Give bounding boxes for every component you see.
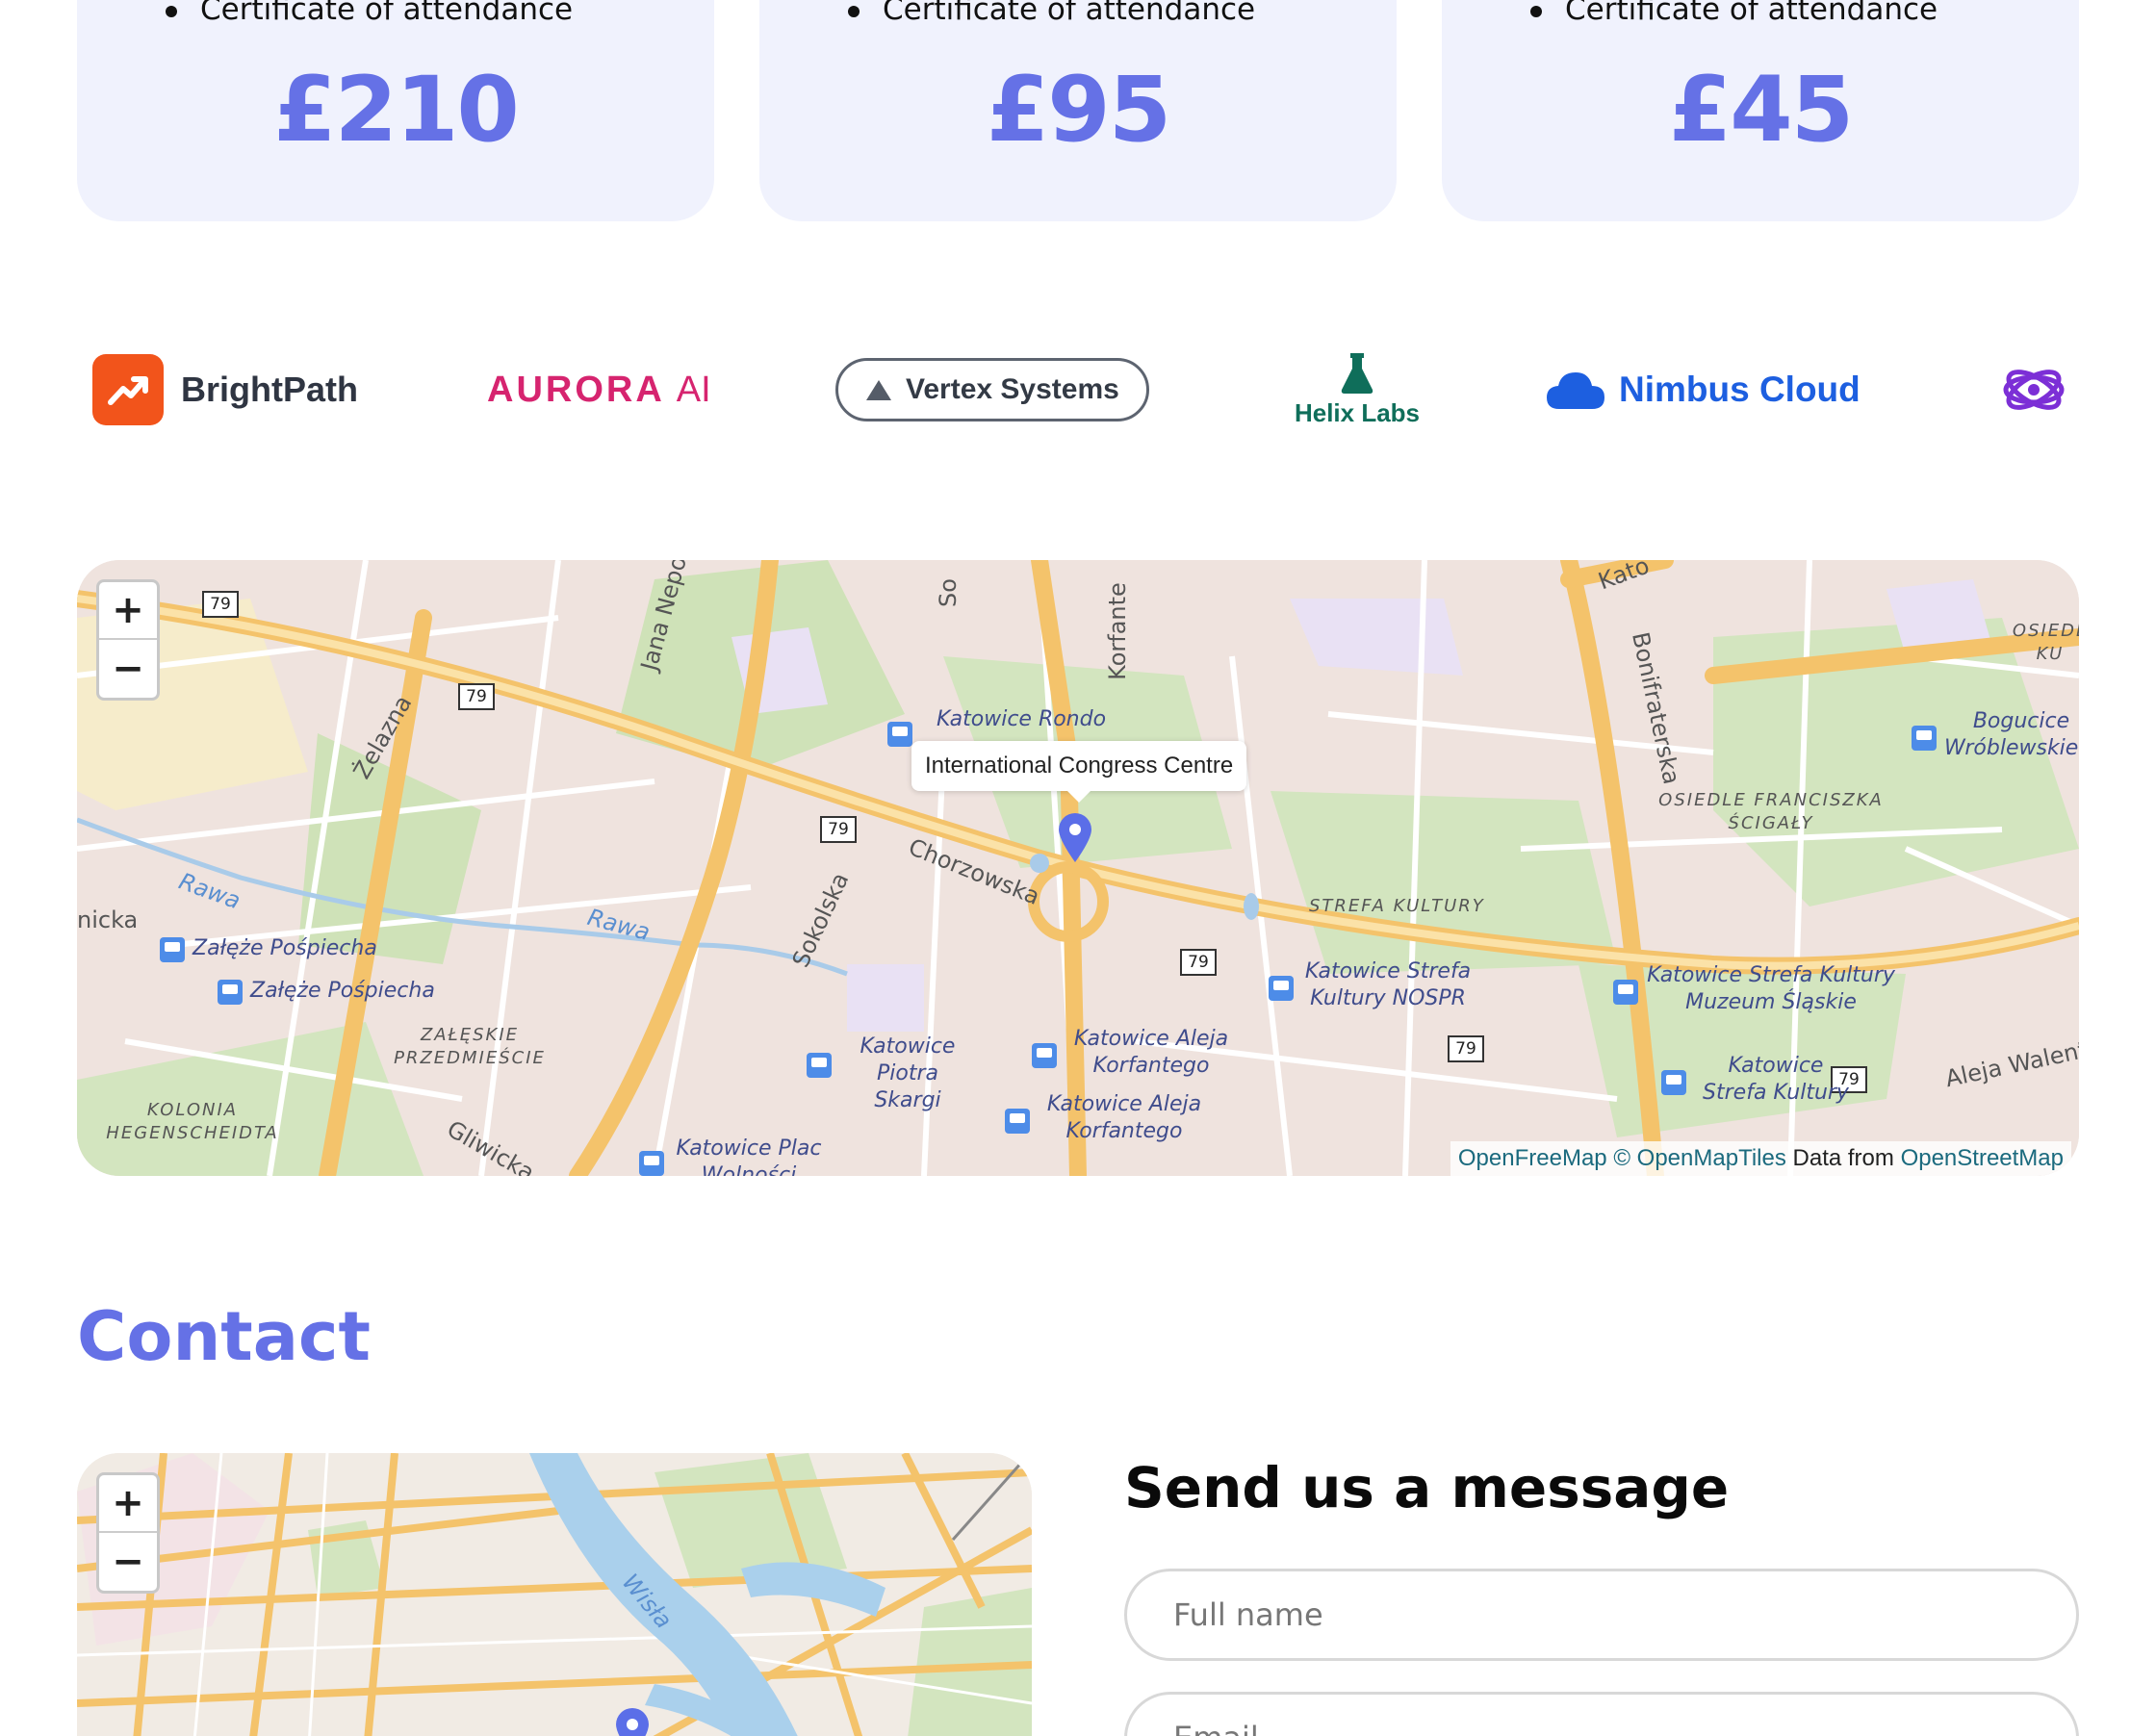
pricing-cards: Certificate of attendance £210 Certifica… [77, 0, 2079, 221]
stop-label: Katowice Aleja Korfantego [1046, 1092, 1202, 1143]
map-marker-icon[interactable] [1057, 812, 1093, 864]
stop-label: Katowice Plac Wolności [676, 1136, 822, 1176]
zoom-out-button[interactable]: − [99, 640, 157, 698]
street-label: nicka [77, 906, 139, 933]
bus-stop-icon[interactable] [1032, 1043, 1057, 1068]
aurora-suffix: AI [676, 369, 711, 410]
stop-label: Katowice Aleja Korfantego [1073, 1027, 1229, 1078]
data-from-text: Data from [1792, 1145, 1894, 1171]
stop-label: Katowice Strefa Kultury [1703, 1054, 1849, 1105]
map-tiles [77, 1453, 1032, 1736]
feature-item: Certificate of attendance [1530, 0, 1938, 27]
price: £95 [986, 58, 1171, 163]
feature-item: Certificate of attendance [848, 0, 1255, 27]
bus-stop-icon[interactable] [1912, 726, 1937, 751]
bus-stop-icon[interactable] [807, 1053, 832, 1078]
feature-text: Certificate of attendance [200, 0, 574, 27]
route-shield: 79 [820, 816, 857, 843]
cloud-icon [1547, 372, 1604, 409]
flask-icon [1341, 352, 1373, 394]
sponsor-logos: BrightPath AURORA AI Vertex Systems Helix… [77, 346, 2079, 433]
map-marker-icon[interactable] [614, 1707, 651, 1736]
bus-stop-icon[interactable] [1005, 1109, 1030, 1134]
triangle-icon [866, 380, 891, 400]
nimbus-logo: Nimbus Cloud [1546, 346, 1861, 433]
bus-stop-icon[interactable] [1269, 976, 1294, 1001]
district-label: OSIEDLE FRANCISZKA ŚCIGAŁY [1658, 790, 1884, 833]
map-zoom-control: + − [96, 1472, 160, 1594]
price: £45 [1668, 58, 1854, 163]
district-label: OSIEDL KU [2012, 621, 2079, 664]
bus-stop-icon[interactable] [1661, 1070, 1686, 1095]
map-attribution: OpenFreeMap © OpenMapTiles Data from Ope… [1450, 1141, 2071, 1176]
nimbus-name: Nimbus Cloud [1619, 370, 1861, 409]
zoom-in-button[interactable]: + [99, 582, 157, 640]
route-shield: 79 [458, 683, 495, 710]
stop-label: Załęże Pośpiecha [192, 936, 377, 960]
bus-stop-icon[interactable] [887, 722, 912, 747]
osm-link[interactable]: OpenStreetMap [1901, 1145, 2064, 1171]
price: £210 [273, 58, 520, 163]
zoom-in-button[interactable]: + [99, 1475, 157, 1533]
district-label: STREFA KULTURY [1309, 896, 1485, 916]
aurora-name: AURORA [487, 369, 665, 410]
bus-stop-icon[interactable] [639, 1151, 664, 1176]
pricing-card: Certificate of attendance £95 [759, 0, 1397, 221]
venue-map[interactable]: Jana Nepom So Korfante Żelazna Rawa Rawa… [77, 560, 2079, 1176]
zoom-out-button[interactable]: − [99, 1533, 157, 1591]
contact-map[interactable]: Wisła + − [77, 1453, 1032, 1736]
route-shield: 79 [1180, 949, 1217, 976]
feature-text: Certificate of attendance [883, 0, 1256, 27]
pricing-card: Certificate of attendance £45 [1442, 0, 2079, 221]
stop-label: Katowice Rondo [937, 707, 1107, 731]
openmaptiles-link[interactable]: © OpenMapTiles [1613, 1145, 1786, 1171]
street-label: Korfante [1103, 582, 1131, 680]
bus-stop-icon[interactable] [1613, 980, 1638, 1005]
route-shield: 79 [202, 591, 239, 618]
bus-stop-icon[interactable] [160, 937, 185, 962]
stop-label: Katowice Strefa Kultury NOSPR [1304, 959, 1472, 1010]
atom-icon [2003, 370, 2065, 410]
route-shield: 79 [1448, 1035, 1484, 1062]
full-name-field[interactable] [1124, 1569, 2079, 1661]
form-title: Send us a message [1124, 1455, 1730, 1520]
aurora-logo: AURORA AI [487, 346, 711, 433]
feature-item: Certificate of attendance [166, 0, 573, 27]
helix-logo: Helix Labs [1270, 346, 1444, 433]
atom-logo [2002, 346, 2066, 433]
vertex-name: Vertex Systems [906, 373, 1119, 405]
district-label: KOLONIA HEGENSCHEIDTA [106, 1100, 279, 1143]
brightpath-logo: BrightPath [92, 346, 358, 433]
venue-popup[interactable]: International Congress Centre [911, 741, 1247, 803]
helix-name: Helix Labs [1294, 397, 1421, 427]
openfreemap-link[interactable]: OpenFreeMap [1458, 1145, 1607, 1171]
stop-label: Bogucice Wróblewskiego [1944, 709, 2079, 760]
bus-stop-icon[interactable] [218, 980, 243, 1005]
district-label: ZAŁĘSKIE PRZEDMIEŚCIE [394, 1025, 546, 1068]
brightpath-name: BrightPath [181, 370, 358, 409]
stop-label: Katowice Piotra Skargi [860, 1034, 956, 1112]
stop-label: Załęże Pośpiecha [250, 979, 435, 1003]
vertex-logo: Vertex Systems [835, 346, 1149, 433]
street-label: So [934, 578, 962, 607]
map-zoom-control: + − [96, 579, 160, 701]
stop-label: Katowice Strefa Kultury Muzeum Śląskie [1647, 963, 1895, 1014]
email-field[interactable] [1124, 1692, 2079, 1736]
contact-heading: Contact [77, 1297, 371, 1376]
trending-up-icon [92, 354, 164, 425]
feature-text: Certificate of attendance [1565, 0, 1938, 27]
pricing-card: Certificate of attendance £210 [77, 0, 714, 221]
